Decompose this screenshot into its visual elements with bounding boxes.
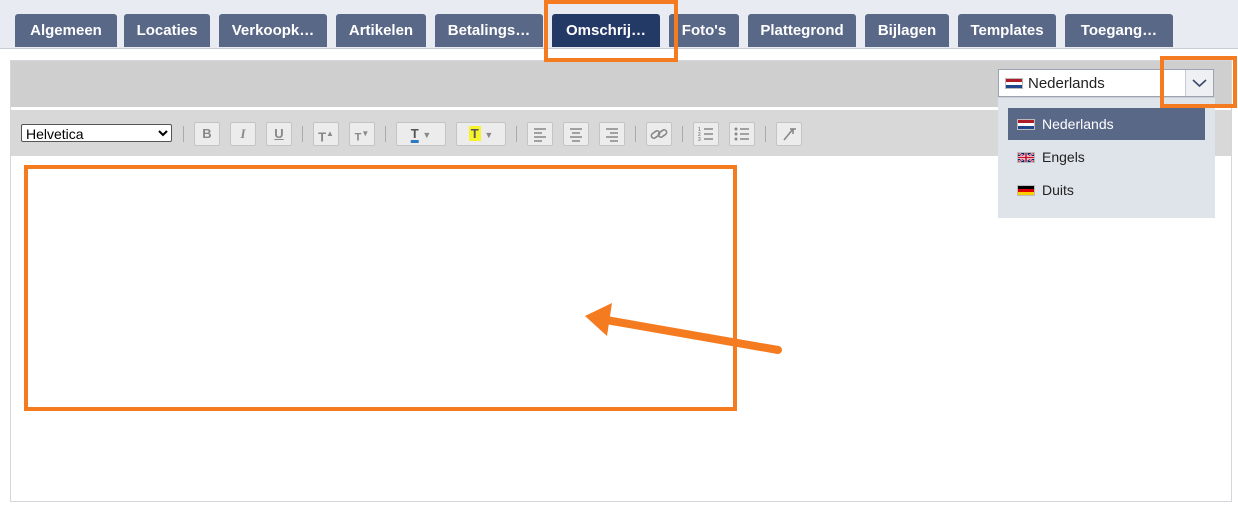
- toolbar-separator: [765, 126, 766, 142]
- language-dropdown-menu: Nederlands Engels Duits: [998, 98, 1215, 218]
- highlight-icon[interactable]: T ▼: [456, 122, 506, 146]
- german-flag-icon: [1017, 185, 1035, 196]
- tab-plattegrond[interactable]: Plattegrond: [748, 14, 856, 47]
- bold-icon[interactable]: B: [194, 122, 220, 146]
- language-option-engels[interactable]: Engels: [1008, 141, 1205, 173]
- italic-icon[interactable]: I: [230, 122, 256, 146]
- align-left-icon[interactable]: [527, 122, 553, 146]
- toolbar-separator: [385, 126, 386, 142]
- tab-bijlagen[interactable]: Bijlagen: [865, 14, 949, 47]
- language-option-label: Nederlands: [1042, 116, 1114, 132]
- underline-icon[interactable]: U: [266, 122, 292, 146]
- svg-text:3: 3: [698, 137, 701, 143]
- align-right-icon[interactable]: [599, 122, 625, 146]
- link-icon[interactable]: [646, 122, 672, 146]
- tab-bar: Algemeen Locaties Verkoopk… Artikelen Be…: [0, 0, 1238, 49]
- language-select[interactable]: Nederlands: [998, 69, 1214, 97]
- chevron-down-icon: [1192, 79, 1207, 88]
- clear-format-icon[interactable]: [776, 122, 802, 146]
- tab-algemeen[interactable]: Algemeen: [15, 14, 117, 47]
- tab-artikelen[interactable]: Artikelen: [336, 14, 426, 47]
- tab-betalingen[interactable]: Betalings…: [435, 14, 543, 47]
- tab-verkoopkanalen[interactable]: Verkoopk…: [219, 14, 327, 47]
- text-color-icon[interactable]: T ▼: [396, 122, 446, 146]
- language-option-label: Engels: [1042, 149, 1085, 165]
- language-option-nederlands[interactable]: Nederlands: [1008, 108, 1205, 140]
- toolbar-separator: [682, 126, 683, 142]
- language-option-label: Duits: [1042, 182, 1074, 198]
- font-family-select[interactable]: Helvetica: [21, 124, 172, 142]
- toolbar-separator: [635, 126, 636, 142]
- dropdown-toggle-button[interactable]: [1185, 70, 1213, 96]
- dutch-flag-icon: [1005, 78, 1023, 89]
- dutch-flag-icon: [1017, 119, 1035, 130]
- unordered-list-icon[interactable]: [729, 122, 755, 146]
- tab-omschrijving[interactable]: Omschrij…: [552, 14, 660, 47]
- toolbar-separator: [516, 126, 517, 142]
- toolbar-separator: [302, 126, 303, 142]
- subscript-icon[interactable]: T▼: [349, 122, 375, 146]
- uk-flag-icon: [1017, 152, 1035, 163]
- language-select-value: Nederlands: [1028, 75, 1105, 92]
- superscript-icon[interactable]: T▲: [313, 122, 339, 146]
- toolbar-separator: [183, 126, 184, 142]
- align-center-icon[interactable]: [563, 122, 589, 146]
- tab-templates[interactable]: Templates: [958, 14, 1056, 47]
- tab-fotos[interactable]: Foto's: [669, 14, 739, 47]
- tab-toegang[interactable]: Toegang…: [1065, 14, 1173, 47]
- tab-locaties[interactable]: Locaties: [124, 14, 210, 47]
- ordered-list-icon[interactable]: 123: [693, 122, 719, 146]
- language-option-duits[interactable]: Duits: [1008, 174, 1205, 206]
